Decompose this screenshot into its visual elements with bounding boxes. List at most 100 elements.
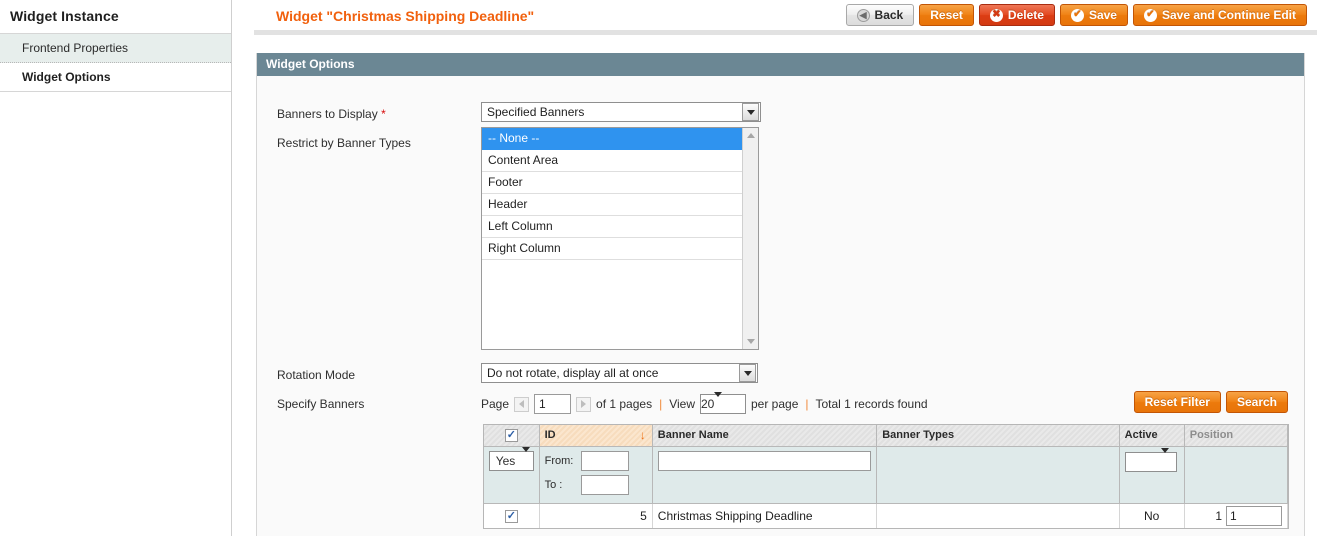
chevron-down-icon[interactable] <box>714 392 723 411</box>
page-title: Widget Instance <box>10 8 119 24</box>
id-from-label: From: <box>544 454 574 467</box>
id-to-input[interactable] <box>580 474 629 495</box>
id-to-row: To : <box>544 474 647 495</box>
label-text: Banners to Display <box>277 107 378 121</box>
row-id: 5 <box>539 503 653 528</box>
rotation-mode-select[interactable]: Do not rotate, display all at once <box>481 363 758 383</box>
reset-button[interactable]: Reset <box>919 4 974 26</box>
sidebar-item-label: Widget Options <box>22 70 111 84</box>
table-row[interactable]: 5 Christmas Shipping Deadline No 1 <box>484 503 1289 528</box>
select-all-checkbox[interactable] <box>504 428 518 442</box>
row-banner-types <box>876 503 1120 528</box>
column-label: Position <box>1189 429 1234 442</box>
content-header: Widget "Christmas Shipping Deadline" ◀ B… <box>232 0 1317 30</box>
column-header-banner-name[interactable]: Banner Name <box>652 425 878 447</box>
scroll-down-icon[interactable] <box>743 334 758 349</box>
check-circle-icon: ✔ <box>1070 8 1084 22</box>
sort-descending-icon: ↓ <box>639 428 646 442</box>
listbox-scrollbar[interactable] <box>742 128 758 349</box>
per-page-value: 20 <box>701 397 715 411</box>
scroll-up-icon[interactable] <box>743 128 758 143</box>
search-button[interactable]: Search <box>1225 391 1288 413</box>
header-divider <box>254 30 1317 35</box>
back-arrow-icon: ◀ <box>856 8 870 22</box>
banners-to-display-label: Banners to Display * <box>277 107 386 121</box>
reset-button-label: Reset <box>930 8 963 22</box>
main-content: Widget "Christmas Shipping Deadline" ◀ B… <box>232 0 1317 536</box>
row-select-cell[interactable] <box>484 503 540 528</box>
chevron-down-icon[interactable] <box>742 103 759 121</box>
restrict-by-banner-types-listbox[interactable]: -- None -- Content Area Footer Header Le… <box>481 127 759 350</box>
grid-header-row: ID ↓ Banner Name Banner Types <box>484 425 1289 447</box>
grid-pager: Page of 1 pages | View 20 per page | Tot… <box>481 392 928 414</box>
column-header-active[interactable]: Active <box>1119 425 1185 447</box>
next-page-icon[interactable] <box>576 396 592 412</box>
select-visibility-filter[interactable]: Yes <box>489 446 534 471</box>
save-and-continue-edit-button[interactable]: ✔ Save and Continue Edit <box>1132 4 1307 26</box>
banner-name-filter-input[interactable] <box>657 450 871 471</box>
grid-action-buttons: Reset Filter Search <box>1133 391 1288 413</box>
column-label: Banner Name <box>657 429 729 442</box>
banners-grid-table: ID ↓ Banner Name Banner Types <box>484 425 1289 528</box>
delete-button[interactable]: ✖ Delete <box>978 4 1055 26</box>
column-header-position[interactable]: Position <box>1184 425 1289 447</box>
back-button-label: Back <box>874 8 904 22</box>
filter-cell-banner-types <box>876 446 1120 504</box>
chevron-down-icon[interactable] <box>518 446 533 470</box>
column-label: ID <box>544 429 556 442</box>
required-marker: * <box>381 107 386 121</box>
column-label: Banner Types <box>882 429 955 442</box>
column-header-banner-types[interactable]: Banner Types <box>876 425 1120 447</box>
active-filter-select[interactable] <box>1124 447 1177 472</box>
filter-cell-id: From: To : <box>539 446 653 504</box>
back-button[interactable]: ◀ Back <box>845 4 915 26</box>
row-checkbox[interactable] <box>504 509 518 523</box>
save-button-label: Save <box>1088 8 1117 22</box>
per-page-select[interactable]: 20 <box>700 392 746 414</box>
list-item[interactable]: Header <box>482 194 742 216</box>
widget-instance-edit-page: Widget Instance Frontend Properties Widg… <box>0 0 1317 536</box>
listbox-options: -- None -- Content Area Footer Header Le… <box>482 128 742 349</box>
column-header-select-all[interactable] <box>484 425 540 447</box>
filter-cell-select: Yes <box>484 446 540 504</box>
page-input[interactable] <box>534 394 572 414</box>
chevron-down-icon[interactable] <box>739 364 756 382</box>
list-item[interactable]: Content Area <box>482 150 742 172</box>
list-item[interactable]: Footer <box>482 172 742 194</box>
chevron-down-icon[interactable] <box>1160 447 1176 471</box>
filter-cell-banner-name <box>652 446 878 504</box>
filter-cell-active <box>1119 446 1185 504</box>
grid-filter-row: Yes From: To: <box>484 446 1289 504</box>
row-active: No <box>1119 503 1185 528</box>
id-from-row: From: <box>544 450 647 471</box>
of-pages-label: of 1 pages <box>596 397 653 411</box>
sidebar-tab-list: Frontend Properties Widget Options <box>0 33 231 92</box>
id-to-label: To : <box>544 478 563 491</box>
save-and-continue-label: Save and Continue Edit <box>1161 8 1296 22</box>
reset-filter-button[interactable]: Reset Filter <box>1133 391 1221 413</box>
sidebar-item-widget-options[interactable]: Widget Options <box>0 63 231 92</box>
pager-separator: | <box>659 397 663 411</box>
save-button[interactable]: ✔ Save <box>1059 4 1128 26</box>
per-page-label: per page <box>751 397 799 411</box>
row-position-input[interactable] <box>1226 505 1282 526</box>
row-banner-name: Christmas Shipping Deadline <box>652 503 878 528</box>
list-item[interactable]: Right Column <box>482 238 742 260</box>
column-header-id[interactable]: ID ↓ <box>539 425 653 447</box>
search-label: Search <box>1236 395 1277 409</box>
delete-button-label: Delete <box>1007 8 1044 22</box>
sidebar-item-frontend-properties[interactable]: Frontend Properties <box>0 34 231 63</box>
list-item[interactable]: Left Column <box>482 216 742 238</box>
banners-to-display-value: Specified Banners <box>487 105 585 119</box>
panel-body: Banners to Display * Specified Banners R… <box>257 76 1304 536</box>
pager-separator: | <box>805 397 809 411</box>
list-item[interactable]: -- None -- <box>482 128 742 150</box>
widget-title: Widget "Christmas Shipping Deadline" <box>276 8 535 24</box>
page-label: Page <box>481 397 510 411</box>
specify-banners-label: Specify Banners <box>277 397 365 411</box>
reset-filter-label: Reset Filter <box>1144 395 1210 409</box>
id-from-input[interactable] <box>580 450 629 471</box>
banners-to-display-select[interactable]: Specified Banners <box>481 102 761 122</box>
previous-page-icon[interactable] <box>514 396 530 412</box>
panel-heading: Widget Options <box>257 53 1304 76</box>
